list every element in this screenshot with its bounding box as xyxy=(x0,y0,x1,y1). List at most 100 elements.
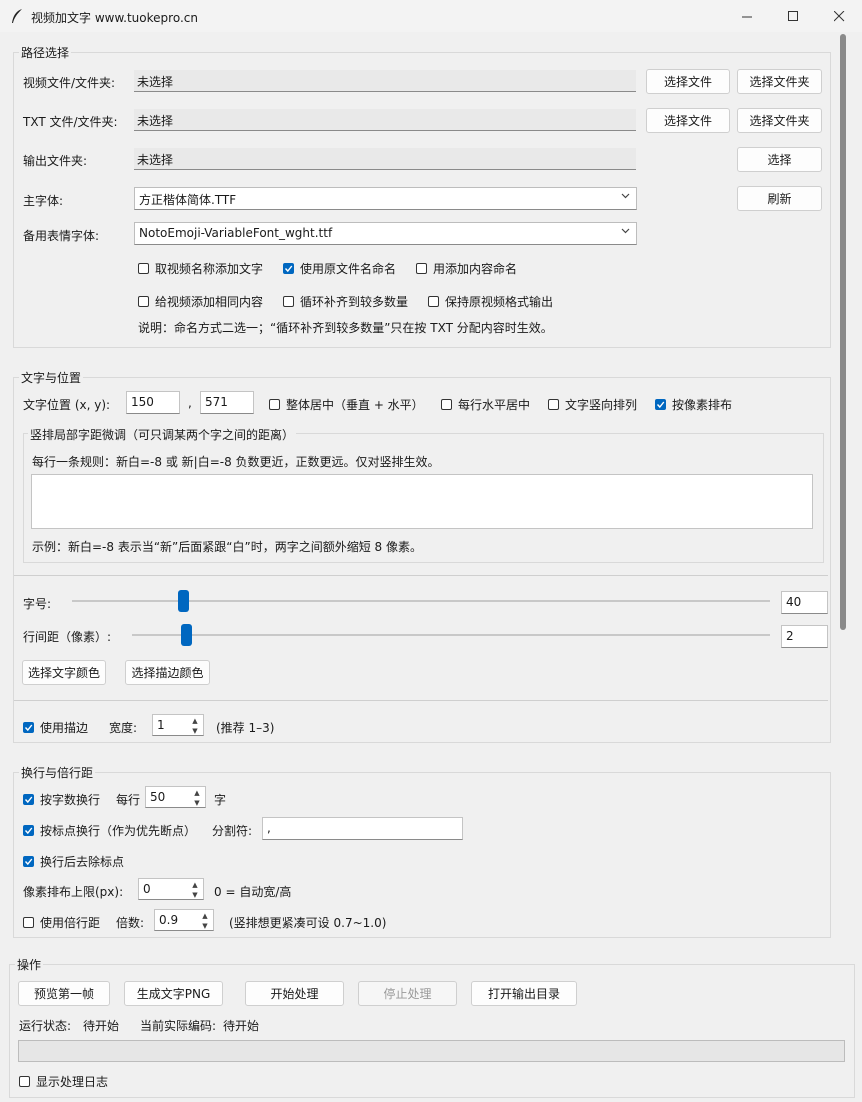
line-gap-slider-thumb[interactable] xyxy=(181,624,192,646)
position-label: 文字位置 (x, y): xyxy=(23,398,111,412)
checkbox-label: 循环补齐到较多数量 xyxy=(300,295,409,309)
minimize-icon[interactable] xyxy=(724,0,770,32)
text-section-title: 文字与位置 xyxy=(19,369,84,386)
main-font-label: 主字体: xyxy=(23,194,64,208)
separator-input[interactable]: , xyxy=(262,817,463,840)
spin-down-icon[interactable]: ▼ xyxy=(188,726,202,735)
encoding-label: 当前实际编码: xyxy=(140,1019,217,1033)
txt-path-field[interactable]: 未选择 xyxy=(134,109,636,131)
checkbox-use-content-name[interactable]: 用添加内容命名 xyxy=(416,260,517,277)
chars-unit: 字 xyxy=(214,793,227,807)
video-label: 视频文件/文件夹: xyxy=(23,76,116,90)
spacing-subsection-title: 竖排局部字距微调（可只调某两个字之间的距离） xyxy=(28,426,297,443)
font-size-slider-track[interactable] xyxy=(72,590,770,612)
spin-down-icon[interactable]: ▼ xyxy=(198,921,212,930)
checkbox-loop-fill[interactable]: 循环补齐到较多数量 xyxy=(283,293,408,310)
spin-down-icon[interactable]: ▼ xyxy=(188,890,202,899)
checkbox-label: 使用倍行距 xyxy=(40,916,101,930)
line-gap-input[interactable]: 2 xyxy=(781,625,828,648)
checkbox-box xyxy=(138,296,149,307)
spin-up-icon[interactable]: ▲ xyxy=(188,880,202,889)
checkbox-label: 每行水平居中 xyxy=(458,398,531,412)
vertical-scrollbar[interactable] xyxy=(840,34,846,630)
checkmark-icon xyxy=(23,825,34,836)
checkbox-center-all[interactable]: 整体居中（垂直 + 水平） xyxy=(269,396,424,413)
checkbox-box xyxy=(428,296,439,307)
spin-up-icon[interactable]: ▲ xyxy=(190,788,204,797)
refresh-fonts-button[interactable]: 刷新 xyxy=(737,186,822,211)
text-color-button[interactable]: 选择文字颜色 xyxy=(22,660,106,685)
txt-select-folder-button[interactable]: 选择文件夹 xyxy=(737,108,822,133)
checkbox-label: 用添加内容命名 xyxy=(433,262,518,276)
checkbox-show-log[interactable]: 显示处理日志 xyxy=(19,1073,108,1090)
font-size-label: 字号: xyxy=(23,597,52,611)
per-line-stepper[interactable]: 50 ▲ ▼ xyxy=(145,786,206,808)
checkbox-label: 显示处理日志 xyxy=(36,1075,109,1089)
checkbox-label: 取视频名称添加文字 xyxy=(155,262,264,276)
checkbox-use-stroke[interactable]: 使用描边 xyxy=(23,719,88,736)
status-label: 运行状态: xyxy=(19,1019,72,1033)
font-size-input[interactable]: 40 xyxy=(781,591,828,614)
spin-up-icon[interactable]: ▲ xyxy=(188,716,202,725)
checkbox-label: 使用描边 xyxy=(40,721,89,735)
stop-button[interactable]: 停止处理 xyxy=(358,981,457,1006)
spin-up-icon[interactable]: ▲ xyxy=(198,911,212,920)
open-output-button[interactable]: 打开输出目录 xyxy=(471,981,577,1006)
position-x-input[interactable]: 150 xyxy=(126,391,180,414)
video-path-field[interactable]: 未选择 xyxy=(134,70,636,92)
spacing-rules-textarea[interactable] xyxy=(31,474,813,529)
checkbox-box xyxy=(23,917,34,928)
position-comma: , xyxy=(188,396,192,410)
output-label: 输出文件夹: xyxy=(23,154,88,168)
generate-png-button[interactable]: 生成文字PNG xyxy=(124,981,223,1006)
checkbox-video-name[interactable]: 取视频名称添加文字 xyxy=(138,260,263,277)
checkbox-wrap-by-punct[interactable]: 按标点换行（作为优先断点） xyxy=(23,822,196,839)
video-select-file-button[interactable]: 选择文件 xyxy=(646,69,730,94)
line-gap-slider-track[interactable] xyxy=(132,624,770,646)
output-path-field[interactable]: 未选择 xyxy=(134,148,636,170)
checkbox-remove-punct[interactable]: 换行后去除标点 xyxy=(23,853,124,870)
start-button[interactable]: 开始处理 xyxy=(245,981,344,1006)
checkbox-label: 换行后去除标点 xyxy=(40,855,125,869)
txt-select-file-button[interactable]: 选择文件 xyxy=(646,108,730,133)
chevron-down-icon xyxy=(621,226,630,238)
main-font-select[interactable]: 方正楷体简体.TTF xyxy=(134,187,637,210)
checkmark-icon xyxy=(283,263,294,274)
spacing-rule-text: 每行一条规则：新白=-8 或 新|白=-8 负数更近，正数更远。仅对竖排生效。 xyxy=(32,455,440,469)
feather-icon xyxy=(10,8,24,24)
checkbox-label: 保持原视频格式输出 xyxy=(445,295,554,309)
emoji-font-label: 备用表情字体: xyxy=(23,229,100,243)
multiplier-stepper[interactable]: 0.9 ▲ ▼ xyxy=(154,909,214,931)
checkbox-center-line[interactable]: 每行水平居中 xyxy=(441,396,530,413)
ops-section-title: 操作 xyxy=(15,956,44,973)
txt-label: TXT 文件/文件夹: xyxy=(23,115,118,129)
stroke-color-button[interactable]: 选择描边颜色 xyxy=(125,660,210,685)
close-icon[interactable] xyxy=(816,0,862,32)
multiplier-label: 倍数: xyxy=(116,916,145,930)
checkmark-icon xyxy=(23,856,34,867)
checkbox-box xyxy=(441,399,452,410)
checkbox-label: 按字数换行 xyxy=(40,793,101,807)
chevron-down-icon xyxy=(621,191,630,203)
position-y-input[interactable]: 571 xyxy=(200,391,254,414)
font-size-slider-thumb[interactable] xyxy=(178,590,189,612)
checkbox-box xyxy=(283,296,294,307)
checkbox-vertical-text[interactable]: 文字竖向排列 xyxy=(548,396,637,413)
output-select-button[interactable]: 选择 xyxy=(737,147,822,172)
checkmark-icon xyxy=(655,399,666,410)
video-select-folder-button[interactable]: 选择文件夹 xyxy=(737,69,822,94)
stroke-width-stepper[interactable]: 1 ▲ ▼ xyxy=(152,714,204,736)
checkbox-keep-format[interactable]: 保持原视频格式输出 xyxy=(428,293,553,310)
emoji-font-select[interactable]: NotoEmoji-VariableFont_wght.ttf xyxy=(134,222,637,245)
separator-label: 分割符: xyxy=(212,824,253,838)
spin-down-icon[interactable]: ▼ xyxy=(190,798,204,807)
checkbox-label: 按像素排布 xyxy=(672,398,733,412)
checkbox-wrap-by-count[interactable]: 按字数换行 xyxy=(23,791,100,808)
checkbox-use-multiplier[interactable]: 使用倍行距 xyxy=(23,914,100,931)
preview-button[interactable]: 预览第一帧 xyxy=(18,981,110,1006)
maximize-icon[interactable] xyxy=(770,0,816,32)
checkbox-use-original-name[interactable]: 使用原文件名命名 xyxy=(283,260,396,277)
pixel-limit-stepper[interactable]: 0 ▲ ▼ xyxy=(138,878,204,900)
checkbox-same-content[interactable]: 给视频添加相同内容 xyxy=(138,293,263,310)
checkbox-pixel-layout[interactable]: 按像素排布 xyxy=(655,396,732,413)
